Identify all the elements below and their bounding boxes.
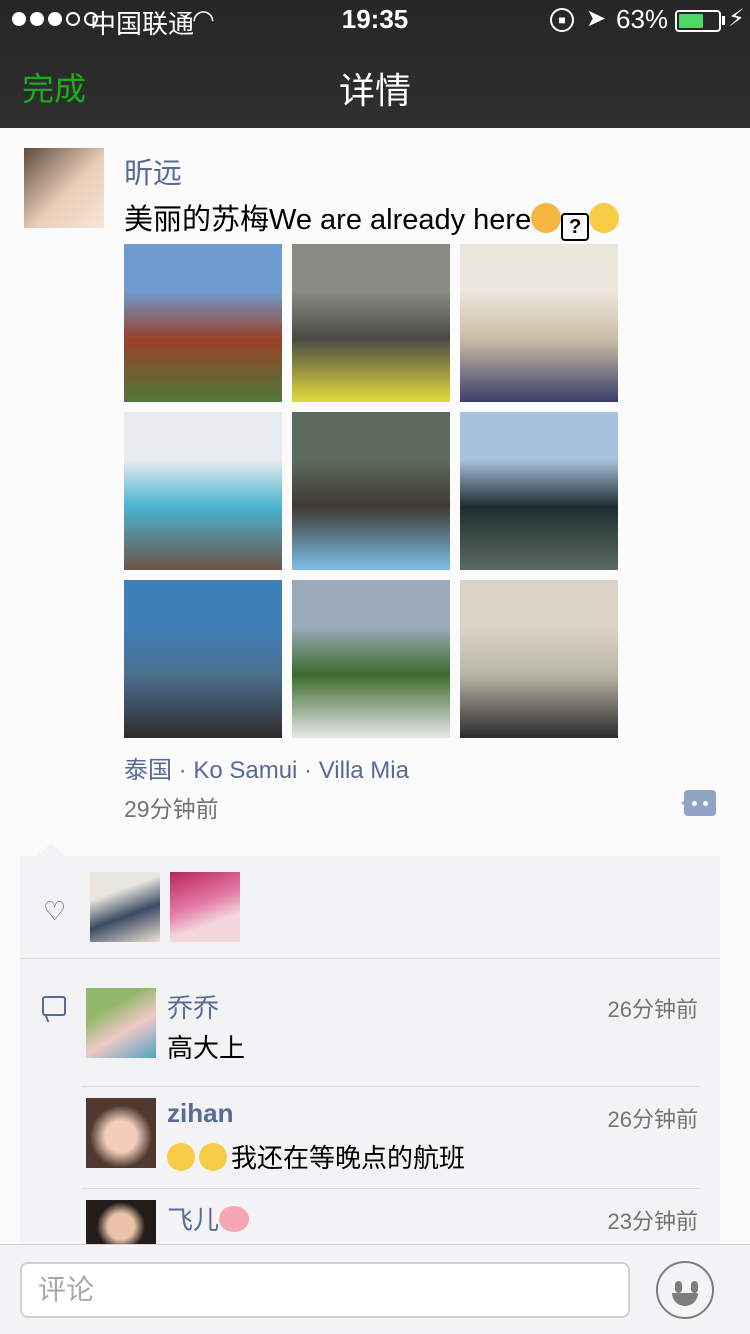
comment-divider [82,1086,700,1087]
commenter-name[interactable]: zihan [167,1098,233,1129]
top-bar: 中国联通 ◠ 19:35 ■ ➤ 63% ⚡︎ 完成 详情 [0,0,750,128]
photo-lobby-pool[interactable] [124,412,282,570]
commenter-name[interactable]: 乔乔 [167,988,219,1025]
page-title: 详情 [338,70,411,111]
comment-time: 26分钟前 [607,1107,698,1132]
more-actions-button[interactable] [681,790,716,816]
comment-text-content: 我还在等晚点的航班 [231,1143,466,1173]
divider [20,958,720,959]
author-name[interactable]: 昕远 [124,150,182,192]
commenter-avatar[interactable] [86,988,156,1058]
charging-bolt-icon: ⚡︎ [728,5,745,32]
liker-avatar[interactable] [90,872,160,942]
commenter-name-text: 飞儿 [167,1205,220,1235]
comment-time: 23分钟前 [607,1209,698,1234]
comment-input[interactable] [20,1262,630,1318]
rotation-lock-icon: ■ [550,8,574,32]
photo-grid [124,244,618,738]
smiley-face-icon[interactable] [656,1261,714,1319]
comment-text: 高大上 [167,1033,246,1063]
clapping-hands-icon [589,203,620,233]
crying-face-icon [167,1143,195,1171]
box-pointer [36,843,66,857]
comment-divider [82,1188,700,1189]
battery-tip [722,16,725,25]
comment-text: 我还在等晚点的航班 [167,1138,465,1175]
photo-bathroom[interactable] [460,580,618,738]
post-text: 美丽的苏梅We are already here? [124,196,620,241]
status-bar: 中国联通 ◠ 19:35 ■ ➤ 63% ⚡︎ [0,0,750,40]
heart-outline-icon: ♡ [43,896,67,926]
comment-time: 26分钟前 [607,997,698,1022]
speech-bubble-icon [42,996,66,1016]
location-arrow-icon: ➤ [586,5,607,32]
post-time: 29分钟前 [124,796,219,822]
post-location[interactable]: 泰国 · Ko Samui · Villa Mia [124,750,409,785]
liker-avatar[interactable] [170,872,240,942]
photo-garden-beanbags[interactable] [292,580,450,738]
photo-beach-pod[interactable] [124,580,282,738]
pig-face-icon [219,1206,250,1232]
question-box-icon: ? [561,213,590,241]
photo-villa-entrance[interactable] [292,244,450,402]
post-text-content: 美丽的苏梅We are already here [124,204,532,236]
commenter-avatar[interactable] [86,1200,156,1244]
photo-resort-pavilion[interactable] [124,244,282,402]
battery-percent: 63% [616,4,669,34]
photo-bedroom[interactable] [460,244,618,402]
party-popper-icon [531,203,562,233]
photo-courtyard-bathtub[interactable] [292,412,450,570]
crying-face-icon [199,1143,227,1171]
author-avatar[interactable] [24,148,104,228]
battery-icon [675,10,721,32]
commenter-avatar[interactable] [86,1098,156,1168]
photo-reflecting-pool[interactable] [460,412,618,570]
commenter-name[interactable]: 飞儿 [167,1200,250,1237]
